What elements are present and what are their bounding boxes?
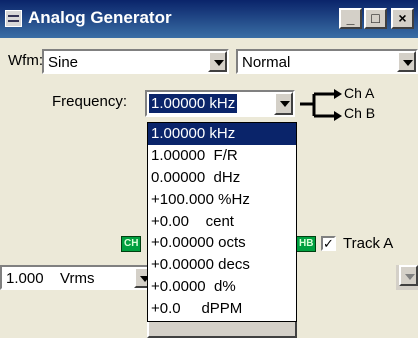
window-title: Analog Generator [28, 8, 172, 27]
track-checkbox[interactable]: ✓ [321, 236, 336, 251]
amplitude-value: 1.000 [6, 270, 44, 287]
mode-value: Normal [242, 54, 291, 71]
channel-a-label: Ch A [344, 85, 375, 101]
list-item[interactable]: 1.00000 kHz [148, 123, 296, 145]
frequency-unit-list[interactable]: 1.00000 kHz 1.00000 F/R 0.00000 dHz +100… [147, 122, 297, 322]
minimize-button[interactable]: _ [339, 8, 362, 29]
waveform-dropdown-button[interactable] [208, 51, 227, 72]
channel-b-label: Ch B [344, 105, 376, 121]
frequency-select[interactable]: 1.00000 kHz [145, 90, 295, 117]
track-label: Track A [343, 235, 394, 252]
frequency-value: 1.00000 kHz [149, 94, 238, 113]
frequency-label: Frequency: [52, 93, 128, 110]
amplitude-unit: Vrms [60, 270, 95, 287]
waveform-select[interactable]: Sine [42, 49, 229, 74]
channel-tag-left: CH [121, 236, 142, 252]
close-button[interactable]: × [391, 8, 414, 29]
chevron-down-icon [214, 60, 224, 66]
chevron-down-icon [405, 274, 415, 280]
list-item[interactable]: 1.00000 F/R [148, 145, 296, 167]
right-dropdown[interactable] [396, 265, 418, 290]
channel-tag-right: HB [296, 236, 317, 252]
waveform-value: Sine [48, 54, 79, 71]
mode-dropdown-button[interactable] [397, 51, 416, 72]
list-item[interactable]: +0.00000 decs [148, 254, 296, 276]
list-item[interactable]: +0.00000 octs [148, 232, 296, 254]
right-dropdown-button[interactable] [399, 265, 418, 286]
window-icon[interactable] [5, 10, 22, 27]
chevron-down-icon [280, 101, 290, 107]
maximize-button[interactable]: □ [364, 8, 387, 29]
list-item[interactable]: 0.00000 dHz [148, 167, 296, 189]
channel-connector-icon [300, 89, 342, 121]
list-item[interactable]: +0.00 cent [148, 211, 296, 233]
mode-select[interactable]: Normal [236, 49, 418, 74]
list-item[interactable]: +0.0000 d% [148, 276, 296, 298]
waveform-label: Wfm: [8, 52, 43, 69]
frequency-dropdown-button[interactable] [274, 92, 293, 115]
chevron-down-icon [403, 60, 413, 66]
amplitude-field[interactable]: 1.000 Vrms [0, 265, 155, 290]
list-item[interactable]: +0.0 dPPM [148, 298, 296, 320]
title-bar: Analog Generator _ □ × [0, 0, 418, 38]
list-item[interactable]: +100.000 %Hz [148, 189, 296, 211]
